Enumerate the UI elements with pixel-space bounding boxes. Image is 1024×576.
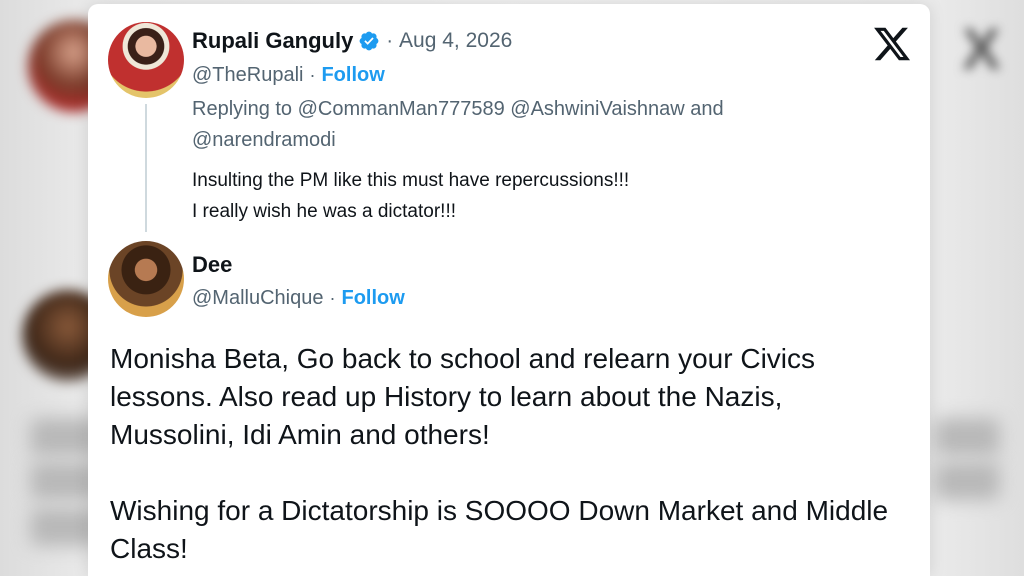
verified-badge-icon (359, 31, 379, 51)
author-row: Dee (192, 252, 232, 278)
avatar-dee[interactable] (108, 241, 184, 317)
replying-prefix: Replying to (192, 98, 293, 120)
tweet-card: Rupali Ganguly · Aug 4, 2026 @TheRupali … (88, 4, 930, 576)
replying-to-line: Replying to @CommanMan777589 @AshwiniVai… (192, 94, 832, 156)
handle-row: @MalluChique · Follow (192, 287, 405, 310)
tweet-paragraph: Monisha Beta, Go back to school and rele… (110, 343, 816, 450)
separator-dot: · (386, 29, 394, 52)
reply-tweet-text: Insulting the PM like this must have rep… (192, 165, 629, 227)
author-name[interactable]: Rupali Ganguly (192, 28, 353, 54)
blurred-text (935, 418, 1000, 456)
handle-separator: · (329, 288, 336, 308)
avatar-rupali[interactable] (108, 22, 184, 98)
x-logo-icon[interactable] (872, 24, 912, 64)
main-tweet-text: Monisha Beta, Go back to school and rele… (110, 340, 910, 568)
tweet-text-line: I really wish he was a dictator!!! (192, 201, 456, 222)
author-name[interactable]: Dee (192, 252, 232, 278)
tweet-date[interactable]: Aug 4, 2026 (399, 29, 512, 53)
handle-separator: · (309, 65, 316, 85)
mention-link[interactable]: @narendramodi (192, 129, 336, 151)
author-row: Rupali Ganguly · Aug 4, 2026 (192, 28, 512, 54)
tweet-paragraph: Wishing for a Dictatorship is SOOOO Down… (110, 495, 889, 564)
tweet-text-line: Insulting the PM like this must have rep… (192, 170, 630, 191)
and-word: and (690, 98, 724, 120)
author-handle[interactable]: @MalluChique (192, 287, 323, 310)
mention-link[interactable]: @AshwiniVaishnaw (510, 98, 684, 120)
blurred-x-logo-icon: X (962, 17, 1001, 82)
handle-row: @TheRupali · Follow (192, 64, 385, 87)
follow-button[interactable]: Follow (341, 287, 404, 310)
mention-link[interactable]: @CommanMan777589 (298, 98, 505, 120)
author-handle[interactable]: @TheRupali (192, 64, 303, 87)
blurred-text (935, 462, 1000, 500)
follow-button[interactable]: Follow (321, 64, 384, 87)
thread-connector-line (145, 104, 147, 232)
